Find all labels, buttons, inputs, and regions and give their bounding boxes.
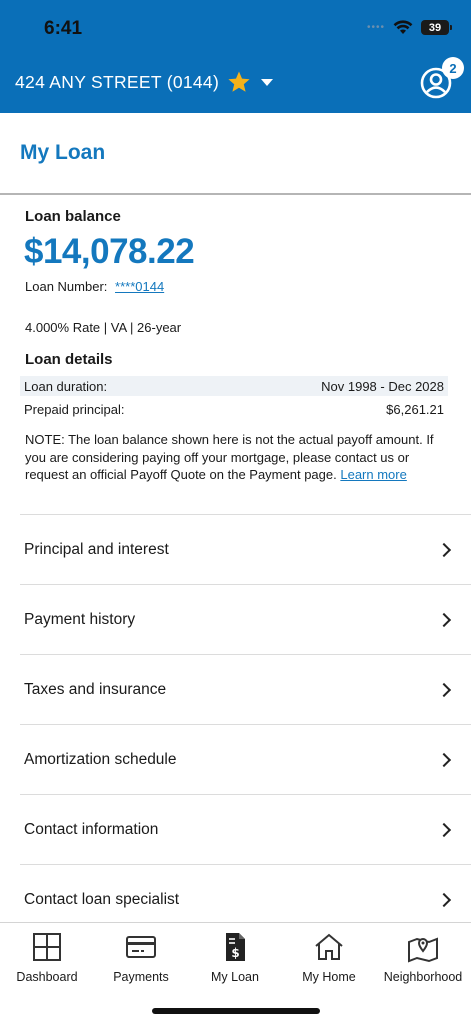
credit-card-icon	[126, 936, 156, 958]
status-time: 6:41	[44, 18, 83, 39]
prepaid-principal-row: Prepaid principal: $6,261.21	[20, 399, 448, 419]
status-icons: •••• 39	[366, 20, 452, 35]
menu-item-amortization-schedule[interactable]: Amortization schedule	[20, 724, 471, 794]
chevron-right-icon	[436, 892, 452, 907]
tab-label: Neighborhood	[383, 970, 463, 984]
top-app-bar: 6:41 •••• 39 424 ANY STREET (0144) 2	[0, 0, 471, 113]
menu-item-label: Contact information	[24, 820, 159, 838]
menu-item-label: Principal and interest	[24, 540, 169, 558]
cellular-signal-icon: ••••	[366, 22, 385, 33]
menu-item-payment-history[interactable]: Payment history	[20, 584, 471, 654]
menu-item-label: Taxes and insurance	[24, 680, 167, 698]
chevron-right-icon	[436, 612, 452, 627]
learn-more-link[interactable]: Learn more	[340, 467, 406, 482]
status-bar: 6:41 •••• 39	[0, 0, 471, 60]
menu-item-label: Contact loan specialist	[24, 890, 180, 908]
detail-label: Loan duration:	[24, 378, 108, 394]
tab-label: Dashboard	[16, 970, 78, 984]
property-selector[interactable]: 424 ANY STREET (0144)	[15, 70, 274, 94]
tab-label: My Loan	[211, 970, 259, 984]
tab-neighborhood[interactable]: Neighborhood	[376, 931, 470, 984]
star-icon[interactable]	[227, 70, 251, 94]
wifi-icon	[393, 20, 413, 34]
tab-my-home[interactable]: My Home	[282, 931, 376, 984]
chevron-right-icon	[436, 542, 452, 557]
battery-icon: 39	[421, 20, 452, 35]
chevron-right-icon	[436, 752, 452, 767]
svg-text:$: $	[231, 946, 239, 960]
loan-rate-summary: 4.000% Rate | VA | 26-year	[25, 320, 182, 335]
menu-item-principal-and-interest[interactable]: Principal and interest	[20, 514, 471, 584]
menu-item-label: Payment history	[24, 610, 136, 628]
home-indicator[interactable]	[152, 1008, 320, 1014]
property-address: 424 ANY STREET (0144)	[15, 71, 220, 92]
tab-my-loan[interactable]: $ My Loan	[188, 931, 282, 984]
menu-item-label: Amortization schedule	[24, 750, 177, 768]
tab-label: Payments	[113, 970, 169, 984]
tab-payments[interactable]: Payments	[94, 931, 188, 984]
loan-document-icon: $	[226, 933, 245, 961]
loan-duration-row: Loan duration: Nov 1998 - Dec 2028	[20, 376, 448, 396]
map-pin-icon	[408, 937, 438, 963]
loan-balance-label: Loan balance	[25, 208, 121, 225]
detail-label: Prepaid principal:	[24, 401, 125, 417]
chevron-right-icon	[436, 682, 452, 697]
notification-badge: 2	[442, 57, 464, 79]
dashboard-icon	[33, 933, 61, 961]
menu-item-contact-information[interactable]: Contact information	[20, 794, 471, 864]
loan-number-link[interactable]: ****0144	[115, 279, 164, 294]
loan-number-label: Loan Number:	[25, 279, 108, 294]
chevron-down-icon[interactable]	[261, 78, 274, 86]
page-title: My Loan	[20, 141, 106, 164]
page-header: My Loan	[0, 113, 471, 195]
menu-item-taxes-and-insurance[interactable]: Taxes and insurance	[20, 654, 471, 724]
detail-value: $6,261.21	[386, 401, 444, 417]
tab-label: My Home	[302, 970, 356, 984]
loan-menu: Principal and interest Payment history T…	[20, 514, 471, 934]
tab-dashboard[interactable]: Dashboard	[0, 931, 94, 984]
loan-details-heading: Loan details	[25, 351, 113, 368]
home-icon	[315, 933, 343, 960]
loan-balance-amount: $14,078.22	[24, 232, 195, 271]
payoff-note: NOTE: The loan balance shown here is not…	[25, 431, 437, 499]
detail-value: Nov 1998 - Dec 2028	[321, 378, 444, 394]
chevron-right-icon	[436, 822, 452, 837]
loan-number: Loan Number: ****0144	[25, 279, 164, 294]
